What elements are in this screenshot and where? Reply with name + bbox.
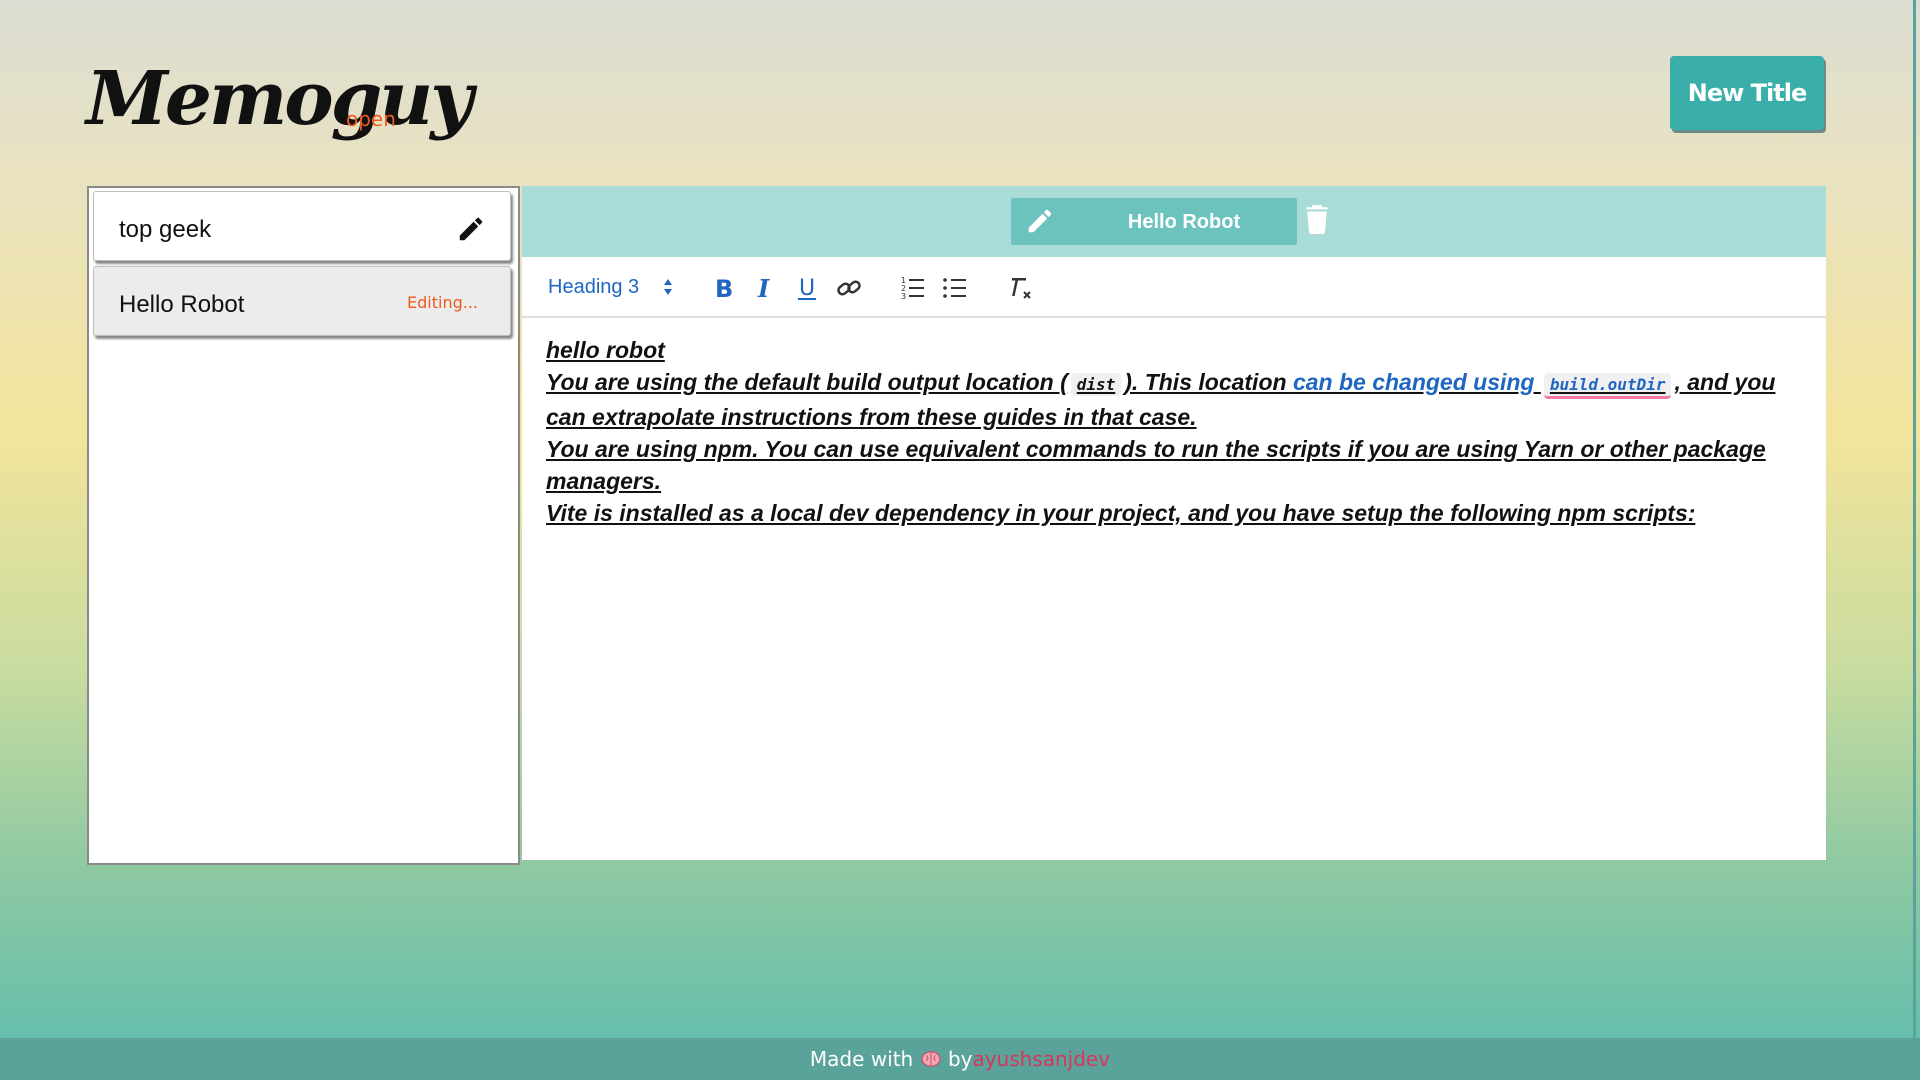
link-icon[interactable] [834,273,864,303]
editor-content[interactable]: hello robot You are using the default bu… [522,318,1826,529]
author-link[interactable]: ayushsanjdev [972,1047,1110,1071]
clear-format-icon[interactable] [1006,273,1036,303]
content-link[interactable]: can be changed using build.outDir [1292,369,1675,399]
inline-code: build.outDir [1543,373,1672,399]
app-logo: Memoguy [86,56,473,142]
heading-select-value: Heading 3 [548,276,640,298]
page-footer: Made with byayushsanjdev [0,1038,1920,1080]
editor-toolbar: Heading 3 B I U 123 [522,257,1826,318]
link-text: can be changed using [1292,369,1541,395]
content-line: hello robot [546,337,665,363]
text-span: You are using the default build output l… [546,369,1068,395]
new-title-button[interactable]: New Title [1670,56,1824,130]
content-paragraph: Vite is installed as a local dev depende… [546,500,1696,526]
note-title: top geek [119,216,212,243]
trash-icon[interactable] [1304,204,1334,238]
rename-title-button[interactable]: Hello Robot [1011,198,1297,245]
page-scrollbar[interactable] [1913,0,1916,1080]
footer-made-with: Made with [809,1047,914,1071]
ordered-list-icon[interactable]: 123 [898,273,928,303]
pencil-icon[interactable] [456,214,486,244]
note-title: Hello Robot [119,291,245,318]
italic-icon[interactable]: I [750,273,780,303]
svg-text:3: 3 [901,292,906,301]
svg-text:U: U [799,276,815,301]
inline-code: dist [1070,373,1122,396]
footer-by: by [947,1047,973,1071]
notes-sidebar: top geek Hello Robot Editing... [87,186,520,865]
note-item-top-geek[interactable]: top geek [93,191,511,261]
editor-title-bar: Hello Robot [522,186,1826,257]
editor-title: Hello Robot [1127,211,1241,233]
bullet-list-icon[interactable] [940,273,970,303]
select-arrows-icon [663,278,673,302]
app-status: open [346,107,396,131]
svg-text:I: I [757,274,770,303]
underline-icon[interactable]: U [792,273,822,303]
bold-icon[interactable]: B [708,273,738,303]
content-paragraph: You are using the default build output l… [546,366,1802,433]
svg-text:B: B [715,275,733,303]
text-span: ). This location [1124,369,1293,395]
heading-select[interactable]: Heading 3 [548,276,672,299]
brain-icon [920,1047,948,1071]
content-paragraph: You are using npm. You can use equivalen… [546,436,1766,494]
editor-panel: Hello Robot Heading 3 B I U 123 hello ro… [522,186,1826,860]
editing-status-badge: Editing... [407,293,478,312]
note-item-hello-robot[interactable]: Hello Robot Editing... [93,266,511,336]
pencil-icon [1025,206,1055,236]
